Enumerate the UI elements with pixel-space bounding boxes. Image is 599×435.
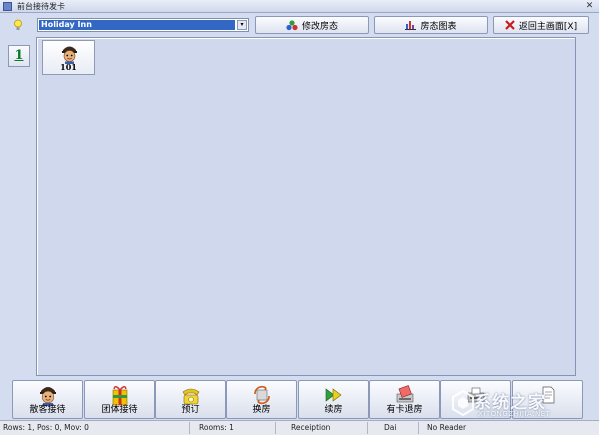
floor-tab-1[interactable]: 1 [8, 45, 30, 67]
room-tile-101[interactable]: 101 [42, 40, 95, 75]
change-room-button[interactable]: 换房 [226, 380, 297, 419]
chevron-down-icon[interactable]: ▾ [237, 20, 247, 30]
room-status-icon [286, 19, 298, 30]
reservation-label: 预订 [181, 405, 200, 415]
modify-room-status-button[interactable]: 修改房态 [255, 16, 369, 34]
modify-room-status-label: 修改房态 [301, 21, 338, 32]
extend-stay-button[interactable]: 续房 [298, 380, 369, 419]
group-checkin-button[interactable]: 团体接待 [84, 380, 155, 419]
bar-chart-icon [405, 21, 417, 30]
room-status-chart-button[interactable]: 房态图表 [374, 16, 488, 34]
status-role: Receiption [288, 422, 368, 434]
card-checkout-button[interactable]: 有卡退房 [369, 380, 440, 419]
guest-face-icon [62, 46, 77, 64]
change-room-label: 换房 [252, 405, 271, 415]
hotel-select-value: Holiday Inn [39, 20, 235, 30]
room-number: 101 [60, 62, 77, 72]
room-status-chart-label: 房态图表 [420, 21, 457, 32]
walk-in-checkin-label: 散客接待 [29, 405, 66, 415]
group-checkin-label: 团体接待 [101, 405, 138, 415]
app-icon [3, 2, 12, 11]
hotel-select[interactable]: Holiday Inn ▾ [37, 18, 249, 32]
return-main-button[interactable]: 返回主画面[X] [493, 16, 589, 34]
status-rooms: Rooms: 1 [196, 422, 276, 434]
watermark-logo-icon [452, 390, 474, 416]
status-rows: Rows: 1, Pos: 0, Mov: 0 [0, 422, 190, 434]
extend-stay-label: 续房 [324, 405, 343, 415]
watermark-url: XITONGZHIJIA.NET [478, 410, 551, 418]
close-icon[interactable]: ✕ [584, 1, 595, 11]
watermark: 系统之家 XITONGZHIJIA.NET [452, 388, 598, 428]
window-title: 前台接待发卡 [17, 2, 65, 11]
status-user: Dai [381, 422, 419, 434]
lightbulb-icon [14, 19, 22, 30]
reservation-button[interactable]: 预订 [155, 380, 226, 419]
title-bar: 前台接待发卡 ✕ [0, 0, 599, 13]
red-x-icon [505, 20, 515, 30]
room-grid-panel: 101 [36, 37, 576, 376]
return-main-label: 返回主画面[X] [518, 21, 578, 32]
walk-in-checkin-button[interactable]: 散客接待 [12, 380, 83, 419]
card-checkout-label: 有卡退房 [386, 405, 423, 415]
